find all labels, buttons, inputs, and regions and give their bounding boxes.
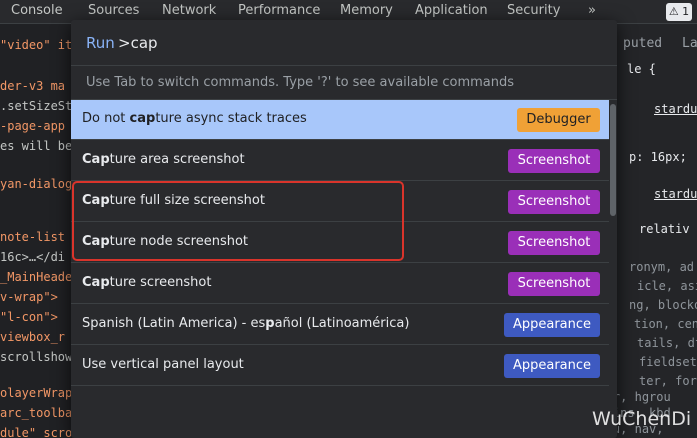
code-line[interactable]: viewbox_r [0, 330, 65, 344]
watermark: WuChenDi [592, 408, 692, 430]
style-rule-text: tails, dfn [637, 336, 697, 350]
appearance-category-badge: Appearance [504, 354, 600, 378]
command-hint: Use Tab to switch commands. Type '?' to … [71, 66, 617, 100]
tab-sources[interactable]: Sources [88, 3, 139, 18]
style-rule-text: fieldset, [639, 355, 697, 369]
code-line[interactable]: scrollshow [0, 350, 72, 364]
tab-memory[interactable]: Memory [340, 3, 393, 18]
command-label: Use vertical panel layout [82, 357, 244, 372]
appearance-category-badge: Appearance [504, 313, 600, 337]
code-line[interactable]: der-v3 ma [0, 79, 65, 93]
style-rule-text: relativ [639, 222, 690, 236]
command-label-match: cap [129, 111, 156, 126]
code-segment: note-list [0, 230, 66, 244]
style-rule-text: stardu [654, 187, 697, 201]
code-line[interactable]: "l-con"> [0, 310, 58, 324]
tab-network[interactable]: Network [162, 3, 216, 18]
screenshot-category-badge: Screenshot [508, 272, 600, 296]
code-segment: v-wrap"> [0, 290, 58, 304]
style-rule-text: ter, form, [639, 374, 697, 388]
side-tab-layout[interactable]: La [682, 36, 697, 51]
command-list-scrollbar-thumb[interactable] [610, 104, 616, 216]
code-segment: -page-app [0, 119, 66, 133]
command-label-match: Cap [82, 275, 110, 290]
code-line[interactable]: _MainHeade [0, 270, 72, 284]
command-item[interactable]: Capture area screenshot Screenshot [71, 141, 609, 181]
command-label-text: ture async stack traces [155, 111, 307, 126]
code-line[interactable]: es will be [0, 139, 72, 153]
style-rule-text: p: 16px; [629, 150, 687, 164]
command-label-text: añol (Latinoamérica) [274, 316, 410, 331]
run-label: Run [86, 34, 115, 52]
code-segment: _MainHeade [0, 270, 73, 284]
code-segment: "video" it [0, 38, 73, 52]
command-label-text: ture area screenshot [109, 152, 245, 167]
command-item[interactable]: Do not capture async stack traces Debugge… [71, 100, 609, 140]
command-list: Do not capture async stack traces Debugge… [71, 100, 609, 438]
command-query[interactable]: >cap [118, 34, 158, 52]
code-segment: der-v3 ma [0, 79, 66, 93]
style-rule-text: stardu [654, 102, 697, 116]
code-line[interactable]: note-list [0, 230, 65, 244]
command-item[interactable]: Use vertical panel layout Appearance [71, 346, 609, 386]
code-segment: yan-dialog [0, 177, 73, 191]
tabs-overflow-icon[interactable]: » [588, 3, 596, 18]
command-item[interactable]: Capture screenshot Screenshot [71, 264, 609, 304]
code-segment: es will be [0, 139, 73, 153]
screenshot-category-badge: Screenshot [508, 149, 600, 173]
warning-count-badge[interactable]: ⚠ 1 [666, 3, 692, 21]
screenshot-category-badge: Screenshot [508, 190, 600, 214]
code-segment: 16c>…</di [0, 250, 66, 264]
command-label: Capture area screenshot [82, 152, 245, 167]
tab-performance[interactable]: Performance [238, 3, 320, 18]
code-segment: viewbox_r [0, 330, 66, 344]
code-line[interactable]: -page-app [0, 119, 65, 133]
style-rule-text: icle, asi [637, 279, 697, 293]
tab-console[interactable]: Console [11, 3, 63, 18]
code-segment: "l-con"> [0, 310, 58, 324]
style-rule-text: tion, cent [634, 317, 697, 331]
command-label-text: Do not [82, 111, 130, 126]
command-item[interactable]: Spanish (Latin America) - español (Latin… [71, 305, 609, 345]
command-label: Do not capture async stack traces [82, 111, 307, 126]
code-line[interactable]: .setSizeSt [0, 99, 72, 113]
command-label-text: Use vertical panel layout [82, 357, 244, 372]
command-label-text: Spanish (Latin America) - es [82, 316, 266, 331]
code-line[interactable]: 16c>…</di [0, 250, 65, 264]
style-rule-text: ronym, ad [629, 260, 695, 274]
command-label-match: Cap [82, 152, 110, 167]
command-label-match: p [265, 316, 275, 331]
command-label-text: ture screenshot [109, 275, 212, 290]
code-line[interactable]: yan-dialog [0, 177, 72, 191]
code-line[interactable]: v-wrap"> [0, 290, 58, 304]
screenshot-category-badge: Screenshot [508, 231, 600, 255]
style-rule-text: le { [627, 62, 656, 76]
code-segment: .setSizeSt [0, 99, 73, 113]
style-rule-text: ng, blocko [629, 298, 697, 312]
command-label: Capture screenshot [82, 275, 211, 290]
code-line[interactable]: "video" it [0, 38, 72, 52]
command-input[interactable]: Run >cap [71, 20, 617, 66]
command-label: Spanish (Latin America) - español (Latin… [82, 316, 409, 331]
debugger-category-badge: Debugger [517, 108, 600, 132]
side-tab-computed[interactable]: puted [623, 36, 662, 51]
tab-application[interactable]: Application [415, 3, 488, 18]
annotation-highlight-box [72, 181, 404, 261]
code-segment: scrollshow [0, 350, 73, 364]
tab-security[interactable]: Security [507, 3, 560, 18]
